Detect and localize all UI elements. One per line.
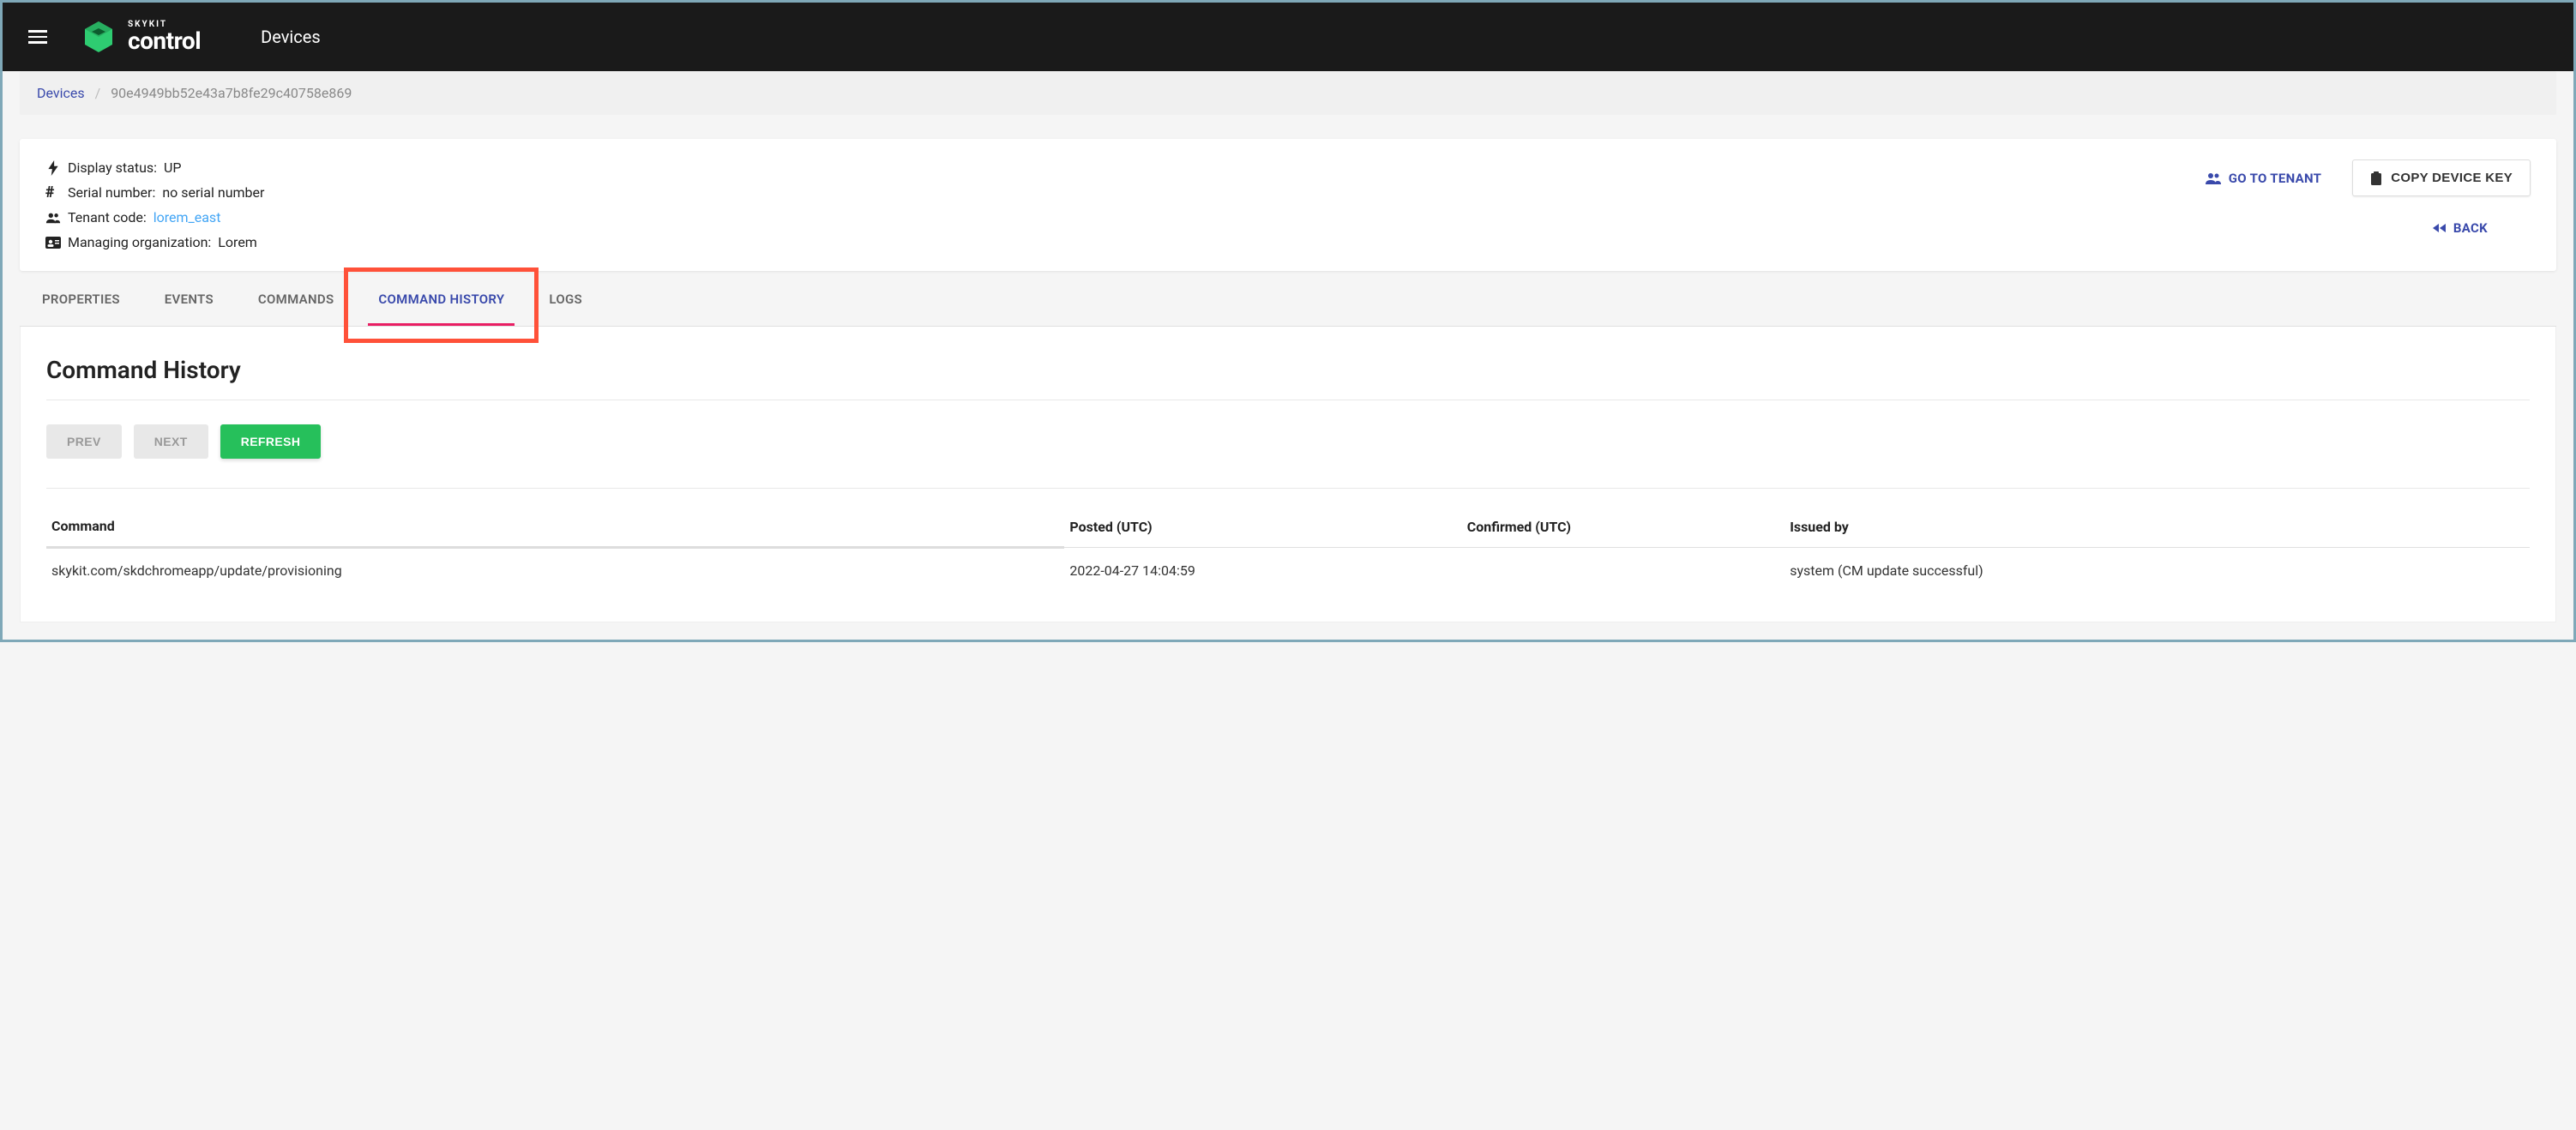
- logo[interactable]: SKYKIT control: [81, 20, 201, 54]
- next-button[interactable]: NEXT: [134, 424, 208, 459]
- history-table: Command Posted (UTC) Confirmed (UTC) Iss…: [46, 506, 2530, 592]
- org-row: Managing organization: Lorem: [45, 234, 264, 250]
- go-to-tenant-label: GO TO TENANT: [2229, 171, 2321, 186]
- tenant-row: Tenant code: lorem_east: [45, 209, 264, 225]
- tab-properties[interactable]: PROPERTIES: [20, 273, 142, 326]
- breadcrumb: Devices / 90e4949bb52e43a7b8fe29c40758e8…: [20, 71, 2556, 115]
- serial-value: no serial number: [162, 184, 264, 201]
- panel-title: Command History: [46, 356, 2530, 400]
- rewind-icon: [2431, 222, 2447, 234]
- top-bar: SKYKIT control Devices: [3, 3, 2573, 71]
- cell-command: skykit.com/skdchromeapp/update/provision…: [46, 548, 1064, 593]
- th-posted: Posted (UTC): [1064, 506, 1461, 548]
- org-value: Lorem: [218, 234, 257, 250]
- th-confirmed: Confirmed (UTC): [1462, 506, 1785, 548]
- table-row: skykit.com/skdchromeapp/update/provision…: [46, 548, 2530, 593]
- command-history-panel: Command History PREV NEXT REFRESH Comman…: [20, 327, 2556, 622]
- users-icon: [2205, 171, 2222, 185]
- display-status-row: Display status: UP: [45, 159, 264, 176]
- tenant-link[interactable]: lorem_east: [153, 209, 221, 225]
- display-status-value: UP: [164, 159, 181, 176]
- go-to-tenant-button[interactable]: GO TO TENANT: [2205, 171, 2321, 186]
- tab-commands[interactable]: COMMANDS: [236, 273, 356, 326]
- skykit-logo-icon: [81, 20, 116, 54]
- cell-issued-by: system (CM update successful): [1785, 548, 2530, 593]
- logo-product: control: [128, 29, 201, 53]
- display-status-label: Display status:: [68, 159, 157, 176]
- serial-row: # Serial number: no serial number: [45, 184, 264, 201]
- breadcrumb-root[interactable]: Devices: [37, 85, 85, 101]
- tenant-label: Tenant code:: [68, 209, 147, 225]
- copy-device-key-button[interactable]: COPY DEVICE KEY: [2352, 159, 2531, 196]
- copy-device-key-label: COPY DEVICE KEY: [2391, 171, 2513, 185]
- tab-logs[interactable]: LOGS: [527, 273, 605, 326]
- table-header-row: Command Posted (UTC) Confirmed (UTC) Iss…: [46, 506, 2530, 548]
- section-title: Devices: [261, 27, 321, 47]
- bolt-icon: [45, 160, 61, 176]
- hash-icon: #: [45, 185, 61, 201]
- breadcrumb-separator: /: [95, 85, 101, 101]
- back-label: BACK: [2453, 220, 2488, 236]
- th-issued-by: Issued by: [1785, 506, 2530, 548]
- cell-posted: 2022-04-27 14:04:59: [1064, 548, 1461, 593]
- prev-button[interactable]: PREV: [46, 424, 122, 459]
- device-info-card: Display status: UP # Serial number: no s…: [20, 139, 2556, 271]
- back-button[interactable]: BACK: [2431, 220, 2488, 236]
- menu-icon[interactable]: [28, 30, 47, 44]
- tab-command-history[interactable]: COMMAND HISTORY: [356, 273, 527, 326]
- tabs: PROPERTIES EVENTS COMMANDS COMMAND HISTO…: [20, 273, 2556, 327]
- id-card-icon: [45, 235, 61, 250]
- tab-events[interactable]: EVENTS: [142, 273, 236, 326]
- users-icon: [45, 210, 61, 225]
- clipboard-icon: [2370, 171, 2382, 185]
- breadcrumb-current: 90e4949bb52e43a7b8fe29c40758e869: [111, 85, 352, 101]
- serial-label: Serial number:: [68, 184, 155, 201]
- th-command: Command: [46, 506, 1064, 548]
- org-label: Managing organization:: [68, 234, 211, 250]
- cell-confirmed: [1462, 548, 1785, 593]
- refresh-button[interactable]: REFRESH: [220, 424, 322, 459]
